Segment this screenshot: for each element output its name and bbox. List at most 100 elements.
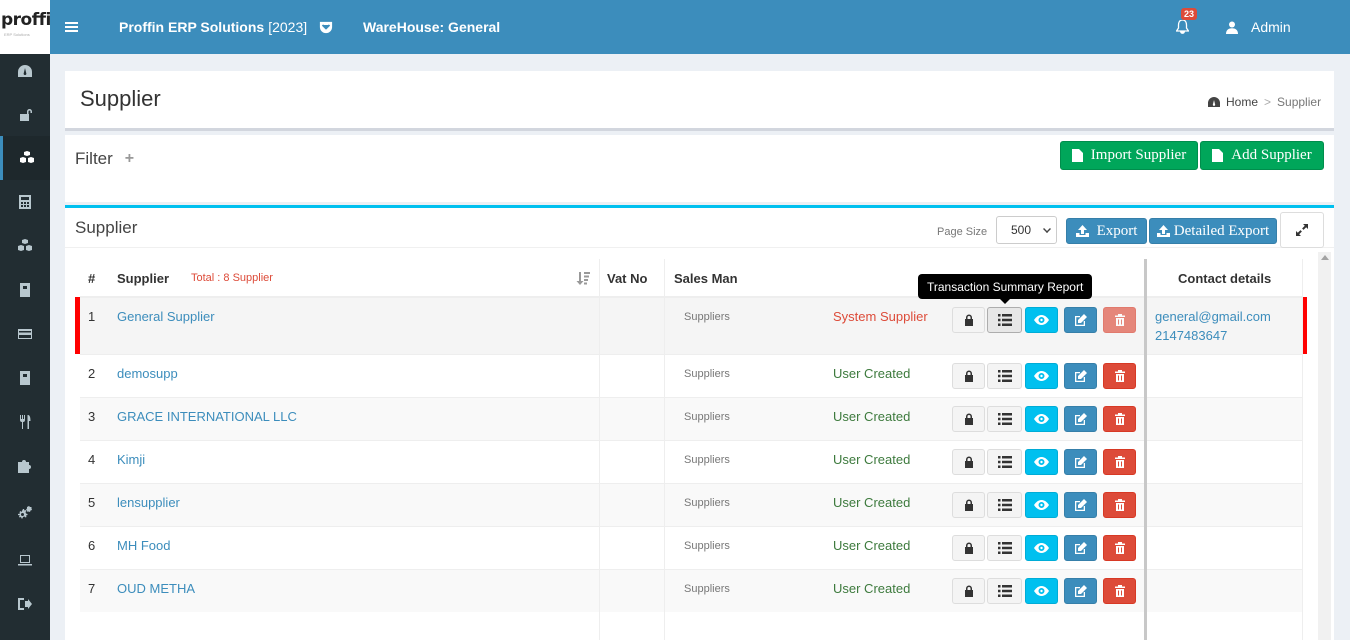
- edit-button[interactable]: [1064, 535, 1097, 561]
- lock-button[interactable]: [952, 492, 985, 518]
- view-button[interactable]: [1025, 535, 1058, 561]
- sidebar-item[interactable]: [0, 444, 50, 488]
- salesman: Suppliers: [684, 368, 730, 380]
- eye-icon: [1034, 315, 1049, 325]
- import-supplier-button[interactable]: Import Supplier: [1060, 141, 1198, 170]
- view-button[interactable]: [1025, 578, 1058, 604]
- detailed-export-button[interactable]: Detailed Export: [1149, 218, 1277, 244]
- fullscreen-button[interactable]: [1280, 212, 1324, 248]
- sidebar-item[interactable]: [0, 92, 50, 136]
- delete-button[interactable]: [1103, 307, 1136, 333]
- unlock-icon: [20, 109, 32, 121]
- page-size-value: 500: [1011, 223, 1032, 237]
- file-text-icon: [1212, 149, 1224, 162]
- lock-button[interactable]: [952, 363, 985, 389]
- transaction-summary-button[interactable]: [987, 535, 1022, 561]
- app-title[interactable]: Proffin ERP Solutions [2023]: [119, 0, 307, 54]
- cubes-icon: [18, 239, 32, 251]
- column-divider: [1302, 259, 1303, 640]
- col-header-contact: Contact details: [1178, 270, 1272, 286]
- salesman: Suppliers: [684, 540, 730, 552]
- plus-icon: +: [124, 150, 135, 167]
- view-button[interactable]: [1025, 449, 1058, 475]
- lock-button[interactable]: [952, 449, 985, 475]
- page-size-select[interactable]: 500: [996, 216, 1057, 244]
- sidebar-item[interactable]: [0, 538, 50, 582]
- scroll-up-arrow-icon[interactable]: [1321, 255, 1329, 260]
- row-number: 5: [88, 495, 96, 510]
- contact-email: general@gmail.com: [1155, 309, 1271, 324]
- user-menu[interactable]: Admin: [1226, 0, 1291, 54]
- transaction-summary-button[interactable]: [987, 363, 1022, 389]
- supplier-name-link[interactable]: General Supplier: [117, 309, 215, 324]
- transaction-summary-button[interactable]: [987, 406, 1022, 432]
- lock-button[interactable]: [952, 535, 985, 561]
- sidebar-item[interactable]: [0, 224, 50, 268]
- view-button[interactable]: [1025, 406, 1058, 432]
- table-scrollbar[interactable]: [1318, 252, 1331, 640]
- sidebar-item[interactable]: [0, 491, 50, 535]
- logo[interactable]: proffin ERP Solutions: [0, 0, 50, 54]
- transaction-summary-button[interactable]: [987, 307, 1022, 333]
- delete-button[interactable]: [1103, 363, 1136, 389]
- bars-icon: [65, 22, 78, 32]
- delete-button[interactable]: [1103, 492, 1136, 518]
- edit-button[interactable]: [1064, 492, 1097, 518]
- delete-button[interactable]: [1103, 578, 1136, 604]
- supplier-name-link[interactable]: OUD METHA: [117, 581, 195, 596]
- laptop-icon: [18, 555, 32, 566]
- delete-button[interactable]: [1103, 449, 1136, 475]
- view-button[interactable]: [1025, 492, 1058, 518]
- edit-button[interactable]: [1064, 307, 1097, 333]
- supplier-name-link[interactable]: MH Food: [117, 538, 170, 553]
- col-header-vat: Vat No: [607, 270, 648, 286]
- warehouse-selector[interactable]: WareHouse: General: [363, 0, 500, 54]
- edit-button[interactable]: [1064, 363, 1097, 389]
- filter-toggle[interactable]: Filter +: [75, 149, 134, 169]
- add-supplier-button[interactable]: Add Supplier: [1200, 141, 1324, 170]
- supplier-name-link[interactable]: GRACE INTERNATIONAL LLC: [117, 409, 297, 424]
- supplier-name-link[interactable]: Kimji: [117, 452, 145, 467]
- supplier-name-link[interactable]: demosupp: [117, 366, 178, 381]
- transaction-summary-button[interactable]: [987, 578, 1022, 604]
- sidebar-item[interactable]: [0, 356, 50, 400]
- delete-button[interactable]: [1103, 535, 1136, 561]
- delete-button[interactable]: [1103, 406, 1136, 432]
- transaction-summary-button[interactable]: [987, 449, 1022, 475]
- sidebar-item[interactable]: [0, 400, 50, 444]
- sort-button[interactable]: [576, 259, 590, 297]
- view-button[interactable]: [1025, 363, 1058, 389]
- edit-button[interactable]: [1064, 406, 1097, 432]
- sidebar-item[interactable]: [0, 582, 50, 626]
- sidebar-item[interactable]: [0, 268, 50, 312]
- col-header-supplier[interactable]: Supplier: [117, 259, 169, 297]
- export-button[interactable]: Export: [1066, 218, 1147, 244]
- notification-count-badge: 23: [1181, 8, 1198, 20]
- edit-button[interactable]: [1064, 578, 1097, 604]
- trash-icon: [1114, 585, 1125, 597]
- logo-subtext: ERP Solutions: [4, 32, 30, 37]
- breadcrumb-home[interactable]: Home: [1226, 95, 1258, 109]
- contact-phone: 2147483647: [1155, 328, 1228, 343]
- lock-button[interactable]: [952, 307, 985, 333]
- view-button[interactable]: [1025, 307, 1058, 333]
- sidebar-item[interactable]: [0, 49, 50, 93]
- sidebar-item[interactable]: [0, 180, 50, 224]
- list-icon: [997, 585, 1012, 597]
- edit-button[interactable]: [1064, 449, 1097, 475]
- pocket-button[interactable]: [319, 0, 333, 54]
- trash-icon: [1114, 456, 1125, 468]
- lock-button[interactable]: [952, 578, 985, 604]
- dashboard-icon: [1208, 97, 1220, 107]
- list-icon: [997, 542, 1012, 554]
- sidebar-item[interactable]: [0, 312, 50, 356]
- eye-icon: [1034, 457, 1049, 467]
- lock-button[interactable]: [952, 406, 985, 432]
- sidebar-item[interactable]: [0, 136, 50, 180]
- menu-toggle-button[interactable]: [65, 0, 78, 54]
- supplier-name-link[interactable]: lensupplier: [117, 495, 180, 510]
- transaction-summary-button[interactable]: [987, 492, 1022, 518]
- total-supplier-count: Total : 8 Supplier: [191, 272, 273, 284]
- edit-icon: [1075, 314, 1087, 326]
- file-text-icon: [1071, 149, 1083, 162]
